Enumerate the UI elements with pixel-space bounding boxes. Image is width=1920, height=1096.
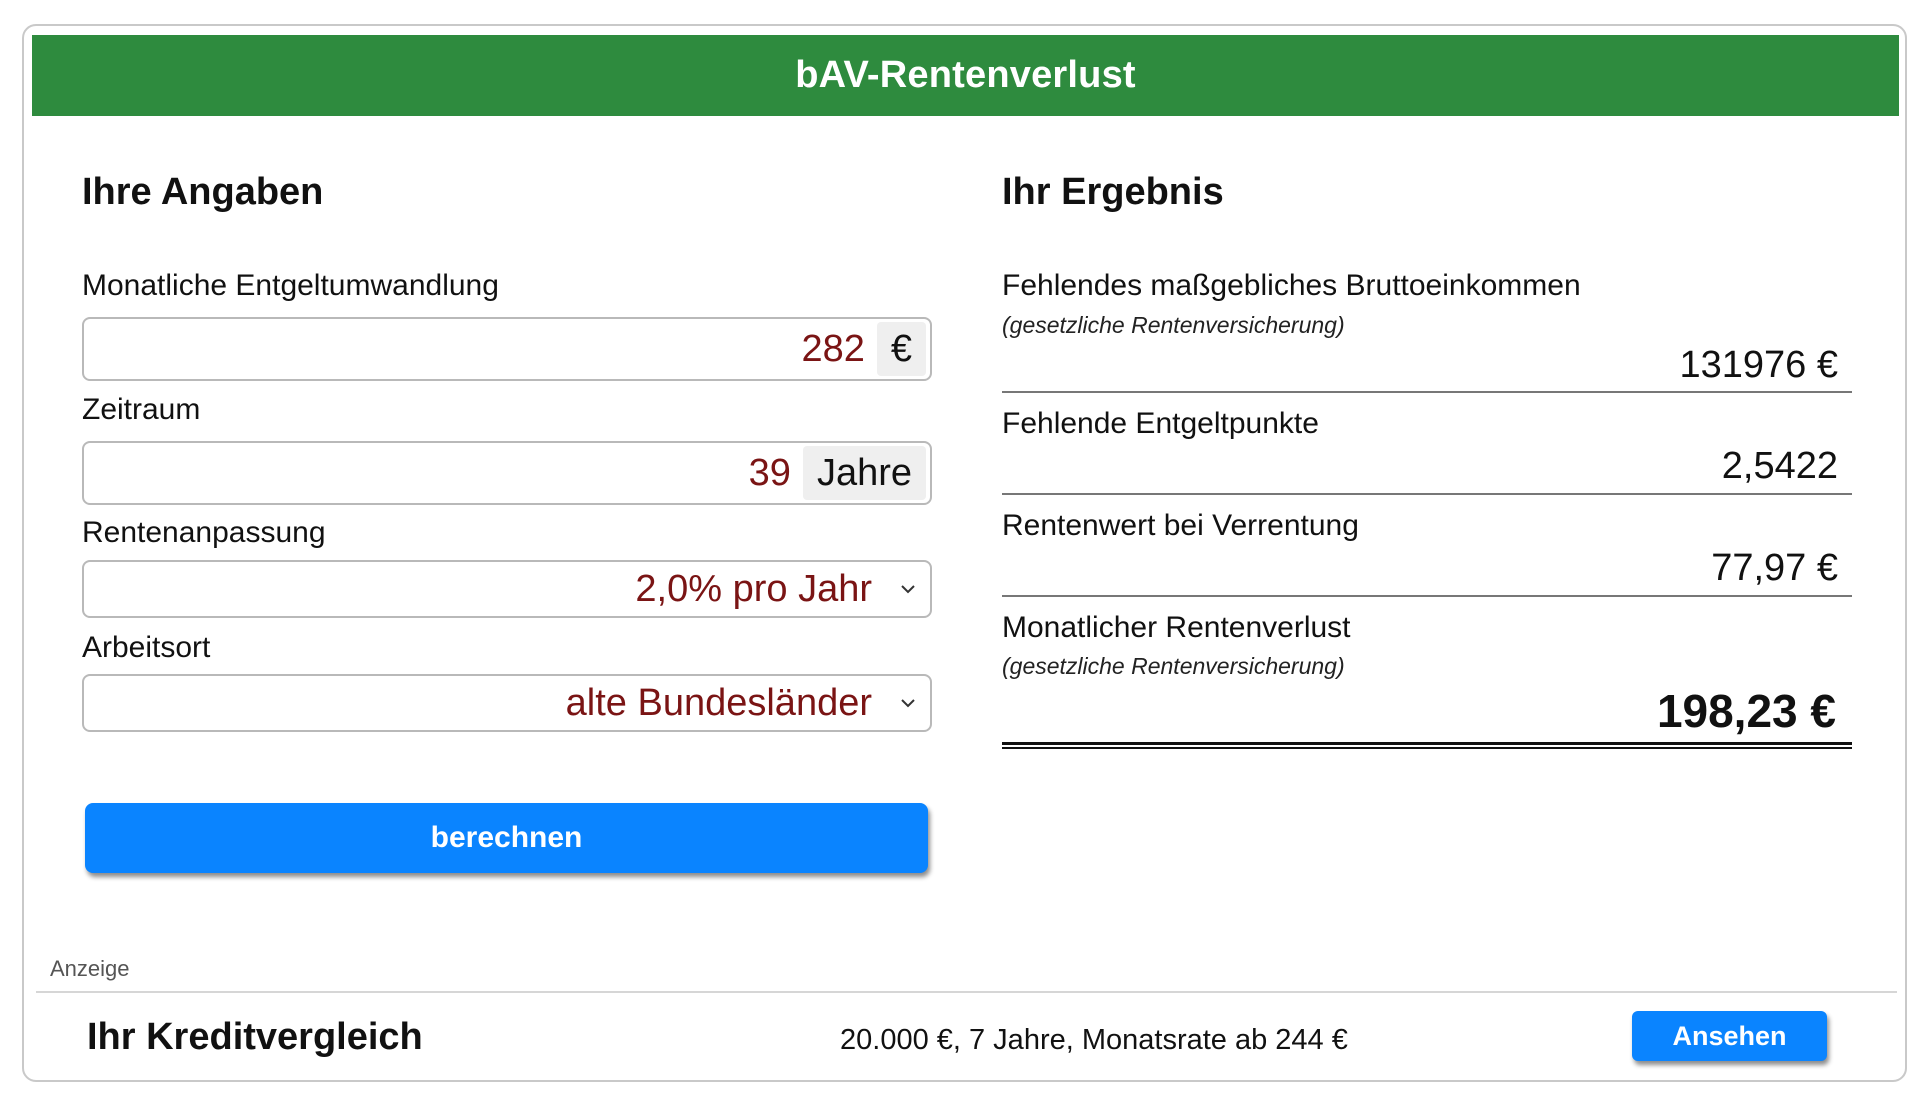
calculate-button[interactable]: berechnen (85, 803, 928, 873)
divider (1002, 391, 1852, 393)
period-input[interactable]: 39 Jahre (82, 441, 932, 505)
workplace-selected: alte Bundesländer (565, 681, 872, 724)
period-unit: Jahre (802, 446, 926, 500)
ad-text: 20.000 €, 7 Jahre, Monatsrate ab 244 € (840, 1024, 1348, 1056)
adjustment-select[interactable]: 2,0% pro Jahr (82, 560, 932, 618)
inputs-panel: Ihre Angaben Monatliche Entgeltumwandlun… (82, 171, 932, 873)
conversion-unit: € (876, 322, 926, 376)
monthly-loss-note: (gesetzliche Rentenversicherung) (1002, 653, 1345, 679)
divider (1002, 493, 1852, 495)
conversion-input[interactable]: 282 € (82, 317, 932, 381)
results-heading: Ihr Ergebnis (1002, 171, 1224, 213)
workplace-label: Arbeitsort (82, 631, 211, 664)
ad-title: Ihr Kreditvergleich (87, 1016, 423, 1058)
adjustment-label: Rentenanpassung (82, 516, 326, 549)
workplace-select[interactable]: alte Bundesländer (82, 674, 932, 732)
ad-label: Anzeige (50, 956, 130, 981)
pension-value-label: Rentenwert bei Verrentung (1002, 509, 1359, 542)
monthly-loss-label: Monatlicher Rentenverlust (1002, 611, 1351, 644)
monthly-loss-value: 198,23 € (1656, 685, 1836, 737)
period-value[interactable]: 39 (749, 452, 803, 495)
adjustment-selected: 2,0% pro Jahr (635, 567, 872, 610)
gross-income-value: 131976 € (1679, 344, 1839, 386)
period-label: Zeitraum (82, 393, 201, 426)
conversion-value[interactable]: 282 (801, 328, 876, 371)
widget-title: bAV-Rentenverlust (32, 35, 1899, 116)
chevron-down-icon (896, 691, 920, 715)
inputs-heading: Ihre Angaben (82, 171, 324, 213)
chevron-down-icon (896, 577, 920, 601)
conversion-label: Monatliche Entgeltumwandlung (82, 269, 499, 302)
ad-divider (36, 991, 1897, 993)
pension-value-value: 77,97 € (1711, 547, 1838, 589)
divider (1002, 595, 1852, 597)
results-panel: Ihr Ergebnis Fehlendes maßgebliches Brut… (1002, 171, 1852, 749)
calculator-widget: bAV-Rentenverlust Ihre Angaben Monatlich… (22, 24, 1907, 1082)
view-button[interactable]: Ansehen (1632, 1011, 1827, 1061)
total-underline (1002, 742, 1852, 749)
points-label: Fehlende Entgeltpunkte (1002, 407, 1319, 440)
points-value: 2,5422 (1721, 445, 1838, 487)
gross-income-label: Fehlendes maßgebliches Bruttoeinkommen (1002, 269, 1581, 302)
gross-income-note: (gesetzliche Rentenversicherung) (1002, 312, 1345, 338)
